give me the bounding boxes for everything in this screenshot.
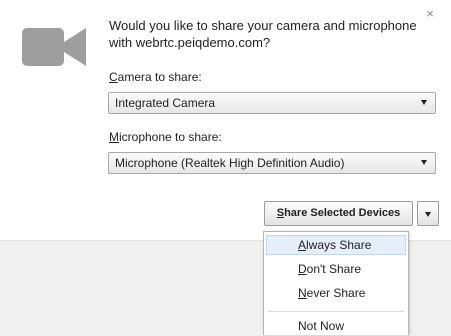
share-options-menu: Always Share Don't Share Never Share Not… [263,231,409,335]
share-options-dropdown-button[interactable] [417,201,439,226]
menu-item-mnemonic: A [298,238,307,252]
menu-item-never-share[interactable]: Never Share [266,283,406,303]
video-camera-icon [22,28,86,66]
share-prompt-line-1: Would you like to share your camera and … [109,18,417,33]
share-button-label: hare Selected Devices [284,207,401,219]
menu-separator [268,311,404,312]
camera-select[interactable]: Integrated Camera [108,92,436,114]
menu-item-not-now[interactable]: Not Now [266,316,406,336]
microphone-select-label: Microphone to share: [109,130,222,144]
chevron-down-icon [425,212,431,217]
menu-item-mnemonic: N [298,286,307,300]
microphone-label-mnemonic: M [109,130,119,144]
camera-label-mnemonic: C [109,70,118,84]
menu-item-always-share[interactable]: Always Share [266,235,406,255]
camera-select-value: Integrated Camera [115,96,216,110]
microphone-select-value: Microphone (Realtek High Definition Audi… [115,156,345,170]
camera-select-label: Camera to share: [109,70,202,84]
menu-item-label: ever Share [306,286,366,300]
menu-item-label: lways Share [306,238,372,252]
camera-label-text: amera to share: [117,70,202,84]
share-selected-devices-button[interactable]: Share Selected Devices [264,201,413,226]
share-prompt-line-2: with webrtc.peiqdemo.com? [109,35,271,50]
chevron-down-icon [421,160,427,165]
share-prompt: Would you like to share your camera and … [109,17,429,51]
chevron-down-icon [421,100,427,105]
microphone-select[interactable]: Microphone (Realtek High Definition Audi… [108,152,436,174]
menu-item-label: on't Share [306,262,361,276]
menu-item-mnemonic: D [298,262,307,276]
menu-item-label: Not Now [298,319,345,333]
microphone-label-text: icrophone to share: [119,130,222,144]
share-button-mnemonic: S [276,207,285,219]
menu-item-dont-share[interactable]: Don't Share [266,259,406,279]
